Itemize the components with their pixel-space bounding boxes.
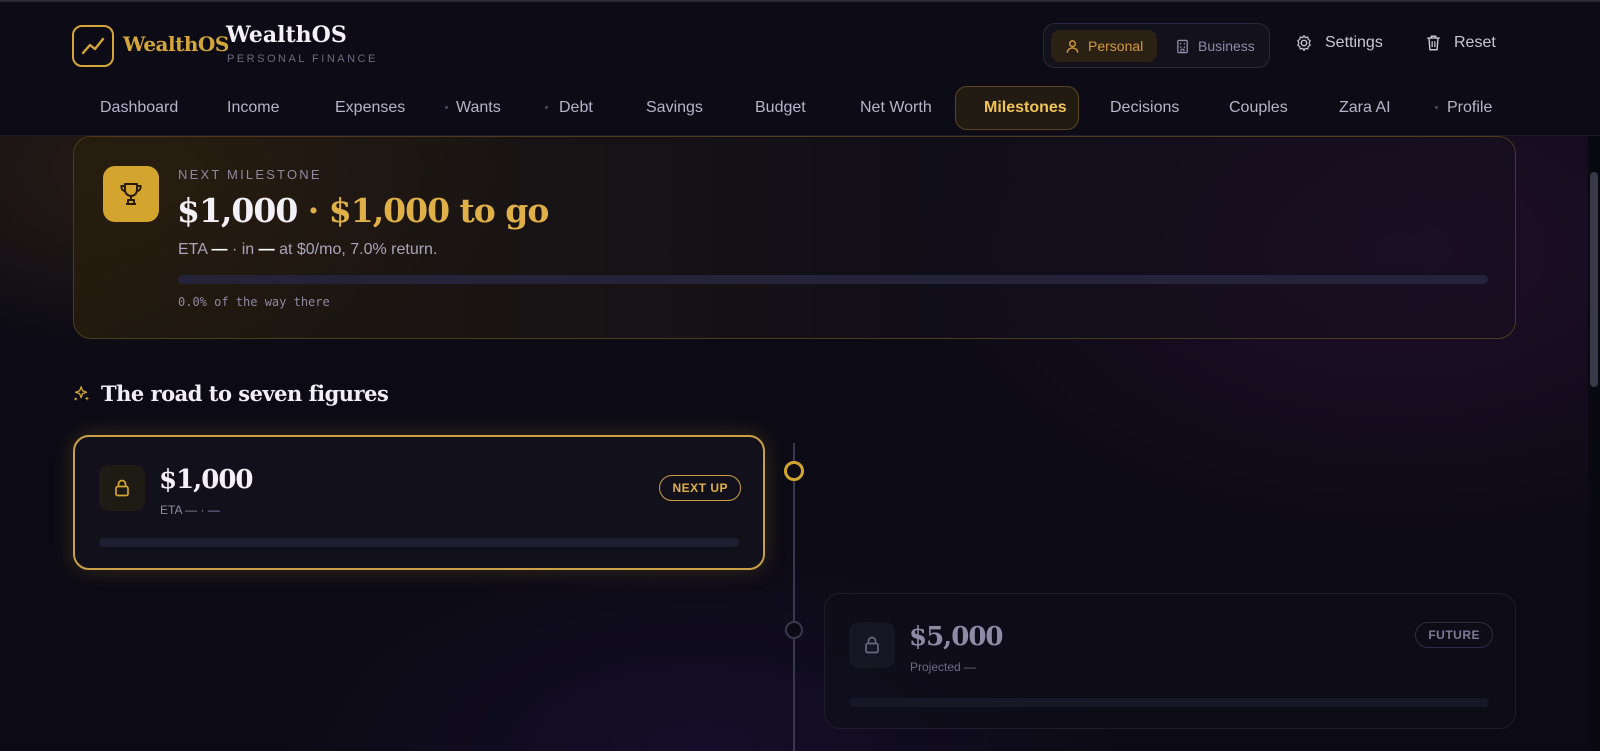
milestone-amount: $5,000	[909, 622, 1004, 652]
brand-title: WealthOS	[226, 22, 347, 48]
nav-item-profile[interactable]: Profile	[1447, 86, 1492, 130]
app-header: WealthOS WealthOS PERSONAL FINANCE Perso…	[0, 0, 1600, 136]
nav-separator-dot	[545, 106, 548, 109]
lock-icon	[865, 636, 879, 654]
nav-item-couples[interactable]: Couples	[1229, 86, 1288, 130]
next-milestone-amount: $1,000	[177, 191, 298, 230]
next-milestone-remaining: $1,000 to go	[328, 191, 550, 230]
scrollbar-thumb[interactable]	[1590, 172, 1598, 387]
nav-item-decisions[interactable]: Decisions	[1110, 86, 1179, 130]
road-heading: The road to seven figures	[73, 381, 389, 406]
next-milestone-progress-bar	[178, 275, 1488, 284]
milestone-progress-bar	[849, 698, 1489, 707]
road-title: The road to seven figures	[101, 381, 389, 406]
brand-subtitle: PERSONAL FINANCE	[227, 53, 378, 65]
mode-business-button[interactable]: Business	[1161, 30, 1269, 62]
status-badge: NEXT UP	[659, 475, 741, 501]
logo-mark[interactable]	[72, 25, 114, 67]
next-milestone-label: NEXT MILESTONE	[178, 167, 322, 182]
milestone-amount: $1,000	[159, 465, 254, 495]
mode-personal-button[interactable]: Personal	[1051, 30, 1158, 62]
nav-item-dashboard[interactable]: Dashboard	[100, 86, 178, 130]
next-milestone-headline: $1,000 · $1,000 to go	[177, 191, 550, 230]
reset-button[interactable]: Reset	[1425, 34, 1496, 52]
milestone-progress-bar	[99, 538, 739, 547]
trend-up-icon	[81, 37, 105, 55]
settings-button[interactable]: Settings	[1295, 34, 1383, 52]
building-icon	[1177, 39, 1188, 53]
next-milestone-card: NEXT MILESTONE $1,000 · $1,000 to go ETA…	[73, 136, 1516, 339]
next-milestone-progress-text: 0.0% of the way there	[178, 295, 330, 309]
trash-icon	[1427, 35, 1440, 51]
sparkles-icon	[74, 385, 90, 401]
trophy-badge	[103, 166, 159, 222]
nav-item-milestones[interactable]: Milestones	[955, 86, 1079, 130]
next-milestone-eta: ETA — · in — at $0/mo, 7.0% return.	[178, 241, 438, 258]
lock-badge	[99, 465, 145, 511]
timeline-node-active	[784, 461, 804, 481]
reset-label: Reset	[1454, 34, 1496, 51]
logo-wordmark: WealthOS	[123, 32, 229, 56]
nav-separator-dot	[445, 106, 448, 109]
headline-separator: ·	[297, 191, 329, 230]
nav-separator-dot	[1435, 106, 1438, 109]
timeline-node-future	[785, 621, 803, 639]
mode-personal-label: Personal	[1088, 38, 1144, 54]
milestone-eta: Projected —	[910, 660, 977, 674]
gear-icon	[1297, 34, 1311, 52]
milestone-card[interactable]: $5,000 Projected — FUTURE	[824, 593, 1516, 729]
milestone-card[interactable]: $1,000 ETA — · — NEXT UP	[73, 435, 765, 570]
nav-item-savings[interactable]: Savings	[646, 86, 703, 130]
nav-item-debt[interactable]: Debt	[559, 86, 593, 130]
milestone-eta: ETA — · —	[160, 503, 220, 517]
lock-icon	[115, 479, 129, 497]
user-icon	[1066, 39, 1079, 53]
status-badge: FUTURE	[1415, 622, 1493, 648]
trophy-icon	[120, 183, 142, 205]
nav-item-income[interactable]: Income	[227, 86, 279, 130]
nav-item-expenses[interactable]: Expenses	[335, 86, 405, 130]
nav-item-wants[interactable]: Wants	[456, 86, 501, 130]
main-nav: Dashboard Income Expenses Wants Debt Sav…	[0, 86, 1600, 130]
mode-toggle: Personal Business	[1043, 23, 1270, 68]
nav-item-budget[interactable]: Budget	[755, 86, 806, 130]
lock-badge	[849, 622, 895, 668]
timeline-line	[793, 443, 795, 751]
mode-business-label: Business	[1198, 38, 1255, 54]
settings-label: Settings	[1325, 34, 1383, 51]
nav-item-net-worth[interactable]: Net Worth	[860, 86, 932, 130]
nav-item-zara-ai[interactable]: Zara AI	[1339, 86, 1391, 130]
